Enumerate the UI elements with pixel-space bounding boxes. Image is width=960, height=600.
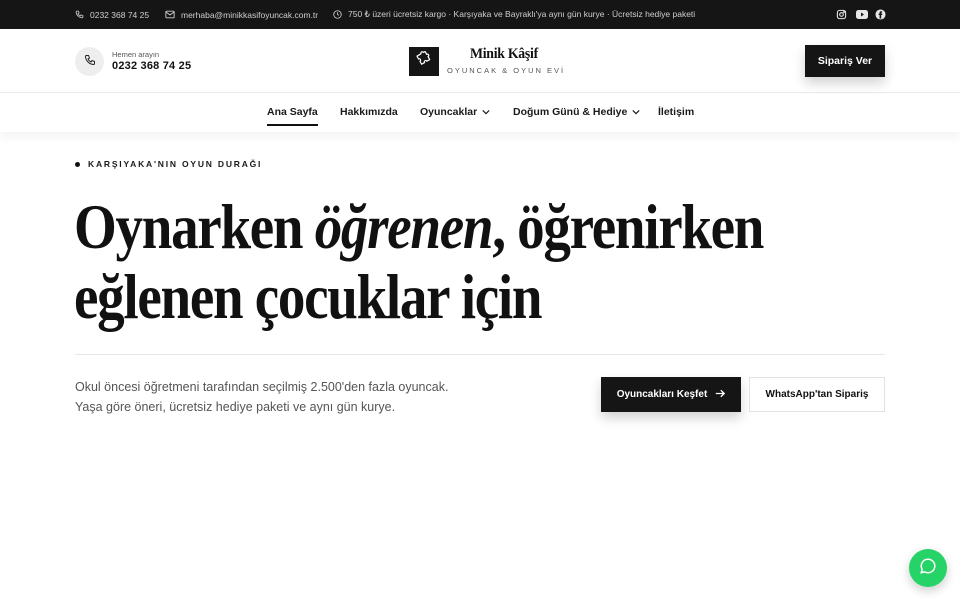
hero-divider [75, 354, 885, 355]
mail-icon [165, 10, 175, 19]
whatsapp-order-label: WhatsApp'tan Sipariş [765, 389, 869, 400]
puzzle-icon [416, 50, 432, 72]
arrow-right-icon [715, 389, 726, 401]
whatsapp-order-button[interactable]: WhatsApp'tan Sipariş [749, 377, 885, 412]
order-button[interactable]: Sipariş Ver [805, 45, 885, 77]
topbar-phone[interactable]: 0232 368 74 25 [75, 0, 149, 29]
topbar-email-text: merhaba@minikkasifoyuncak.com.tr [181, 9, 319, 20]
hero-lead: Okul öncesi öğretmeni tarafından seçilmi… [75, 380, 449, 414]
call-number[interactable]: 0232 368 74 25 [112, 60, 191, 72]
bullet-dot-icon [75, 161, 80, 167]
nav-item-label: Doğum Günü & Hediye [513, 106, 628, 118]
instagram-icon[interactable] [835, 8, 848, 21]
call-label: Hemen arayın [112, 50, 160, 59]
nav-item-contact[interactable]: İletişim [658, 106, 694, 118]
youtube-icon[interactable] [855, 8, 868, 21]
logo-title[interactable]: Minik Kâşif [470, 46, 538, 63]
facebook-icon[interactable] [874, 8, 887, 21]
topbar-phone-text: 0232 368 74 25 [90, 9, 150, 20]
nav-item-label: Hakkımızda [340, 106, 398, 118]
logo-subtitle: OYUNCAK & OYUN EVİ [447, 66, 566, 75]
hero-headline: Oynarken öğrenen, öğrenirken eğlenen çoc… [74, 192, 779, 332]
whatsapp-float-button[interactable] [909, 549, 947, 587]
chat-bubble-icon [919, 557, 937, 580]
headline-part2: , öğrenirken [492, 191, 764, 262]
headline-line2: eğlenen çocuklar için [74, 261, 543, 332]
nav-item-toys[interactable]: Oyuncaklar [420, 106, 490, 118]
hero-eyebrow: KARŞIYAKA'NIN OYUN DURAĞI [75, 159, 262, 169]
headline-part1: Oynarken [74, 191, 315, 262]
topbar-shipping-text: 750 ₺ üzeri ücretsiz kargo · Karşıyaka v… [348, 9, 696, 19]
topbar-shipping-note: 750 ₺ üzeri ücretsiz kargo · Karşıyaka v… [333, 0, 695, 29]
topbar-email[interactable]: merhaba@minikkasifoyuncak.com.tr [165, 0, 318, 29]
nav-item-birthday-gifts[interactable]: Doğum Günü & Hediye [513, 106, 640, 118]
nav-item-about[interactable]: Hakkımızda [340, 106, 398, 118]
nav-item-label: Oyuncaklar [420, 106, 478, 118]
nav-item-label: Ana Sayfa [267, 106, 318, 118]
main-nav: Ana Sayfa Hakkımızda Oyuncaklar Doğum Gü… [0, 94, 960, 132]
top-info-bar: 0232 368 74 25 merhaba@minikkasifoyuncak… [0, 0, 960, 29]
nav-item-home[interactable]: Ana Sayfa [267, 106, 318, 126]
logo-mark[interactable] [409, 47, 439, 76]
headline-emphasis: öğrenen [314, 191, 494, 262]
call-button[interactable] [75, 47, 104, 76]
nav-item-label: İletişim [658, 106, 695, 118]
site-header: Hemen arayın 0232 368 74 25 Minik Kâşif … [0, 29, 960, 93]
clock-icon [333, 10, 342, 19]
phone-icon [75, 10, 84, 19]
chevron-down-icon [482, 106, 490, 118]
hero-eyebrow-text: KARŞIYAKA'NIN OYUN DURAĞI [88, 159, 263, 169]
explore-toys-label: Oyuncakları Keşfet [616, 389, 708, 400]
phone-icon [84, 53, 96, 71]
explore-toys-button[interactable]: Oyuncakları Keşfet [601, 377, 741, 412]
chevron-down-icon [632, 106, 640, 118]
